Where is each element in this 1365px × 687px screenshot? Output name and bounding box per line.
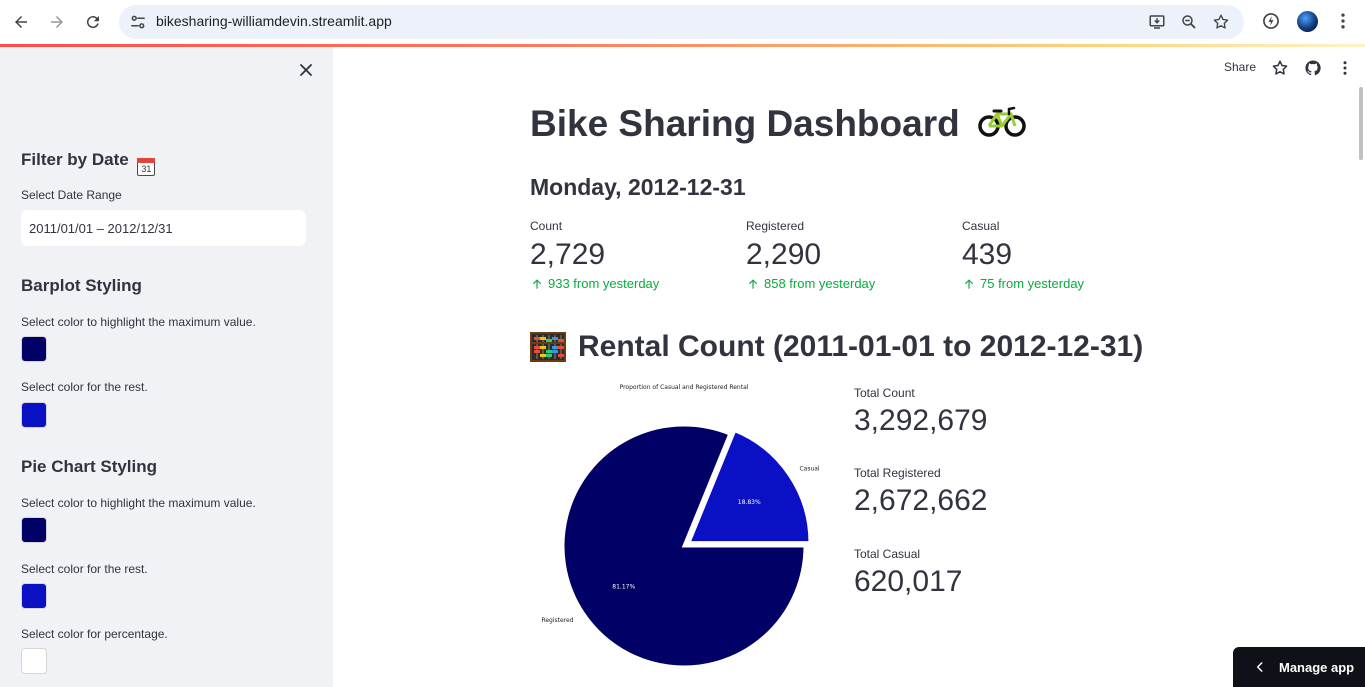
pie-rest-color-picker[interactable] xyxy=(21,583,47,609)
metric-value: 2,290 xyxy=(746,238,822,271)
back-button[interactable] xyxy=(9,10,33,34)
abacus-icon xyxy=(530,332,566,362)
chart-title: Proportion of Casual and Registered Rent… xyxy=(620,384,749,391)
github-icon[interactable] xyxy=(1304,59,1322,77)
site-settings-icon[interactable] xyxy=(129,13,147,31)
forward-button[interactable] xyxy=(45,10,69,34)
bicycle-icon xyxy=(978,106,1026,137)
close-icon[interactable] xyxy=(296,60,316,80)
metric-delta: 933 from yesterday xyxy=(530,276,730,291)
arrow-up-icon xyxy=(964,278,974,289)
metric-delta-text: 75 from yesterday xyxy=(980,276,1085,291)
address-bar[interactable]: bikesharing-williamdevin.streamlit.app xyxy=(119,5,1244,39)
pie-pct-label: Select color for percentage. xyxy=(21,627,168,641)
total-value: 3,292,679 xyxy=(854,404,988,437)
total-registered: Total Registered 2,672,662 xyxy=(854,466,1104,518)
page-title: Bike Sharing Dashboard xyxy=(530,103,1026,145)
date-heading: Monday, 2012-12-31 xyxy=(530,174,746,200)
pie-percentage-label: 81.17% xyxy=(612,583,635,590)
sidebar: Filter by Date 31 Select Date Range 2011… xyxy=(0,47,333,687)
arrow-right-icon xyxy=(51,16,63,28)
metric-delta-text: 933 from yesterday xyxy=(548,276,660,291)
calendar-icon: 31 xyxy=(137,158,156,176)
metric-delta: 858 from yesterday xyxy=(746,276,946,291)
barplot-rest-color-picker[interactable] xyxy=(21,402,47,428)
pie-category-label: Casual xyxy=(799,465,819,472)
browser-toolbar: bikesharing-williamdevin.streamlit.app xyxy=(0,0,1365,44)
bookmark-star-icon[interactable] xyxy=(1212,13,1230,31)
manage-app-label: Manage app xyxy=(1279,659,1355,675)
metric-label: Count xyxy=(530,219,563,233)
total-count: Total Count 3,292,679 xyxy=(854,386,1104,438)
metric-count: Count 2,729 933 from yesterday xyxy=(530,219,730,291)
metric-casual: Casual 439 75 from yesterday xyxy=(962,219,1162,291)
pie-chart-svg: Proportion of Casual and Registered Rent… xyxy=(541,384,820,669)
pie-chart: Proportion of Casual and Registered Rent… xyxy=(530,378,830,678)
metric-registered: Registered 2,290 858 from yesterday xyxy=(746,219,946,291)
browser-menu-icon[interactable] xyxy=(1333,11,1353,31)
total-casual: Total Casual 620,017 xyxy=(854,547,1104,599)
url-text[interactable]: bikesharing-williamdevin.streamlit.app xyxy=(156,13,392,29)
barplot-heading: Barplot Styling xyxy=(21,276,142,295)
rental-count-heading-text: Rental Count (2011-01-01 to 2012-12-31) xyxy=(578,330,1144,363)
reload-button[interactable] xyxy=(81,10,105,34)
metric-delta: 75 from yesterday xyxy=(962,276,1162,291)
main-content: Share Bike Sharing Dashboard Monday, 201… xyxy=(333,47,1365,687)
reload-icon xyxy=(86,16,99,29)
zoom-icon[interactable] xyxy=(1180,13,1198,31)
arrow-up-icon xyxy=(532,278,542,289)
pie-max-color-picker[interactable] xyxy=(21,517,47,543)
barplot-max-color-picker[interactable] xyxy=(21,336,47,362)
date-range-label: Select Date Range xyxy=(21,188,122,202)
barplot-rest-label: Select color for the rest. xyxy=(21,380,148,394)
metric-delta-text: 858 from yesterday xyxy=(764,276,876,291)
barplot-max-label: Select color to highlight the maximum va… xyxy=(21,315,256,329)
calendar-day: 31 xyxy=(141,164,152,174)
metric-label: Casual xyxy=(962,219,1000,233)
pie-max-label: Select color to highlight the maximum va… xyxy=(21,496,256,510)
page-title-text: Bike Sharing Dashboard xyxy=(530,103,960,144)
scrollbar[interactable] xyxy=(1359,87,1363,160)
share-button[interactable]: Share xyxy=(1224,60,1256,74)
metric-label: Registered xyxy=(746,219,805,233)
metric-value: 439 xyxy=(962,238,1013,271)
total-label: Total Casual xyxy=(854,547,921,561)
total-value: 2,672,662 xyxy=(854,484,988,517)
performance-icon[interactable] xyxy=(1261,11,1281,31)
metric-value: 2,729 xyxy=(530,238,606,271)
filter-heading-text: Filter by Date xyxy=(21,150,129,169)
main-menu-icon[interactable] xyxy=(1336,59,1354,77)
pie-percentage-label: 18.83% xyxy=(738,499,761,506)
arrow-left-icon xyxy=(15,16,27,28)
pie-heading: Pie Chart Styling xyxy=(21,457,158,476)
filter-heading: Filter by Date 31 xyxy=(21,150,156,176)
pie-pct-color-picker[interactable] xyxy=(21,648,47,674)
date-range-input[interactable]: 2011/01/01 – 2012/12/31 xyxy=(21,210,306,246)
total-label: Total Count xyxy=(854,386,915,400)
arrow-up-icon xyxy=(748,278,758,289)
total-value: 620,017 xyxy=(854,565,963,598)
manage-app-button[interactable]: Manage app xyxy=(1233,647,1365,687)
pie-category-label: Registered xyxy=(541,617,573,624)
pie-rest-label: Select color for the rest. xyxy=(21,562,148,576)
install-app-icon[interactable] xyxy=(1148,13,1166,31)
profile-avatar[interactable] xyxy=(1297,11,1318,32)
star-icon[interactable] xyxy=(1271,59,1289,77)
total-label: Total Registered xyxy=(854,466,941,480)
rental-count-heading: Rental Count (2011-01-01 to 2012-12-31) xyxy=(530,330,1143,364)
chevron-left-icon xyxy=(1256,662,1263,672)
